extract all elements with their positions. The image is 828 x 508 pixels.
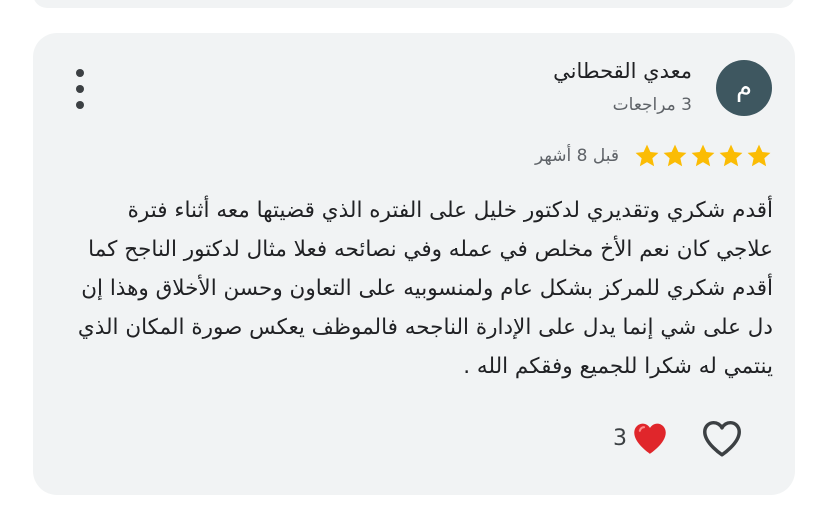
- star-icon: [635, 144, 659, 167]
- red-heart-icon: [634, 423, 666, 454]
- review-date: قبل 8 أشهر: [535, 146, 619, 166]
- review-text: أقدم شكري وتقديري لدكتور خليل على الفتره…: [77, 198, 773, 379]
- reaction-count: 3: [613, 425, 627, 451]
- star-icon: [691, 144, 715, 167]
- rating-row: قبل 8 أشهر: [535, 142, 773, 170]
- review-card: م معدي القحطاني 3 مراجعات قبل 8 أشهر أقد…: [33, 33, 795, 495]
- heart-outline-icon[interactable]: [700, 417, 744, 461]
- star-icon: [719, 144, 743, 167]
- previous-review-card: [33, 0, 795, 8]
- avatar-letter: م: [735, 73, 753, 103]
- more-vert-icon-dot: [76, 101, 84, 109]
- more-options-button[interactable]: [71, 69, 89, 109]
- star-rating: [633, 142, 773, 170]
- star-icon: [663, 144, 687, 167]
- author-name[interactable]: معدي القحطاني: [553, 59, 692, 83]
- more-vert-icon-dot: [76, 85, 84, 93]
- star-icon: [747, 144, 771, 167]
- reaction-summary[interactable]: 3: [613, 421, 668, 455]
- more-vert-icon: [76, 69, 84, 77]
- avatar[interactable]: م: [716, 60, 772, 116]
- author-review-count: 3 مراجعات: [612, 95, 692, 115]
